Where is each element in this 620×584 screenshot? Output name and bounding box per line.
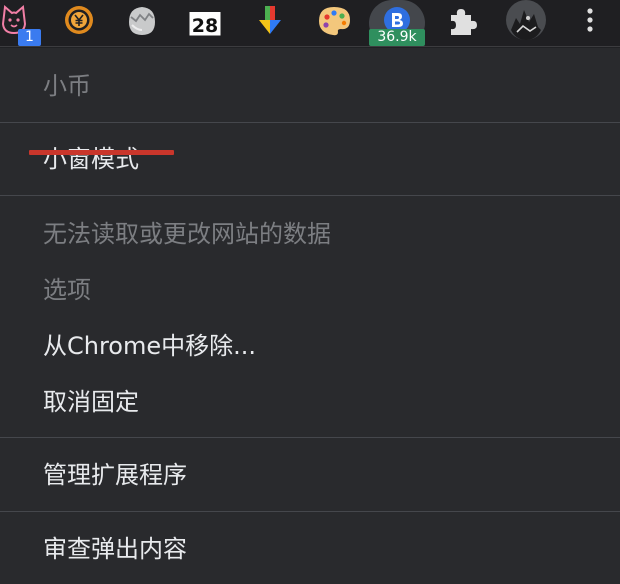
b-coin-badge: 36.9k — [369, 29, 425, 46]
yuan-coin-extension-button[interactable] — [54, 0, 100, 46]
menu-item-remove-from-chrome[interactable]: 从Chrome中移除... — [43, 330, 256, 362]
profile-button[interactable] — [503, 0, 549, 46]
palette-icon — [319, 7, 350, 36]
menu-separator — [0, 511, 620, 512]
yuan-coin-icon — [65, 6, 93, 34]
egg-extension-button[interactable] — [119, 0, 165, 46]
puzzle-piece-icon — [451, 9, 477, 35]
menu-separator — [0, 437, 620, 438]
calendar-day-text: 28 — [192, 15, 218, 37]
menu-extension-name: 小币 — [43, 72, 91, 100]
cat-extension-badge: 1 — [18, 29, 41, 46]
menu-item-unpin[interactable]: 取消固定 — [43, 386, 139, 418]
cat-extension-button[interactable]: 1 — [0, 0, 46, 46]
menu-separator — [0, 122, 620, 123]
cracked-egg-icon — [129, 7, 155, 35]
palette-extension-button[interactable] — [313, 0, 359, 46]
menu-item-manage-extensions[interactable]: 管理扩展程序 — [43, 459, 187, 491]
menu-item-site-access: 无法读取或更改网站的数据 — [43, 220, 331, 248]
browser-menu-button[interactable] — [570, 0, 616, 46]
colored-arrow-down-icon — [259, 6, 281, 34]
popup-mode-underline — [29, 150, 174, 155]
extension-context-menu — [0, 48, 620, 584]
download-arrow-extension-button[interactable] — [248, 0, 294, 46]
calendar-extension-button[interactable]: 28 — [183, 0, 229, 46]
menu-item-inspect-popup[interactable]: 审查弹出内容 — [43, 533, 187, 565]
menu-item-popup-mode[interactable]: 小窗模式 — [43, 143, 139, 175]
extensions-toolbar: 1 28 36.9k — [0, 0, 620, 47]
more-vert-icon — [587, 8, 593, 32]
b-coin-extension-button[interactable]: 36.9k — [369, 0, 425, 46]
menu-item-options: 选项 — [43, 276, 91, 304]
menu-separator — [0, 195, 620, 196]
extensions-menu-button[interactable] — [440, 0, 486, 46]
calendar-icon: 28 — [188, 7, 222, 37]
profile-avatar-icon — [506, 0, 546, 40]
